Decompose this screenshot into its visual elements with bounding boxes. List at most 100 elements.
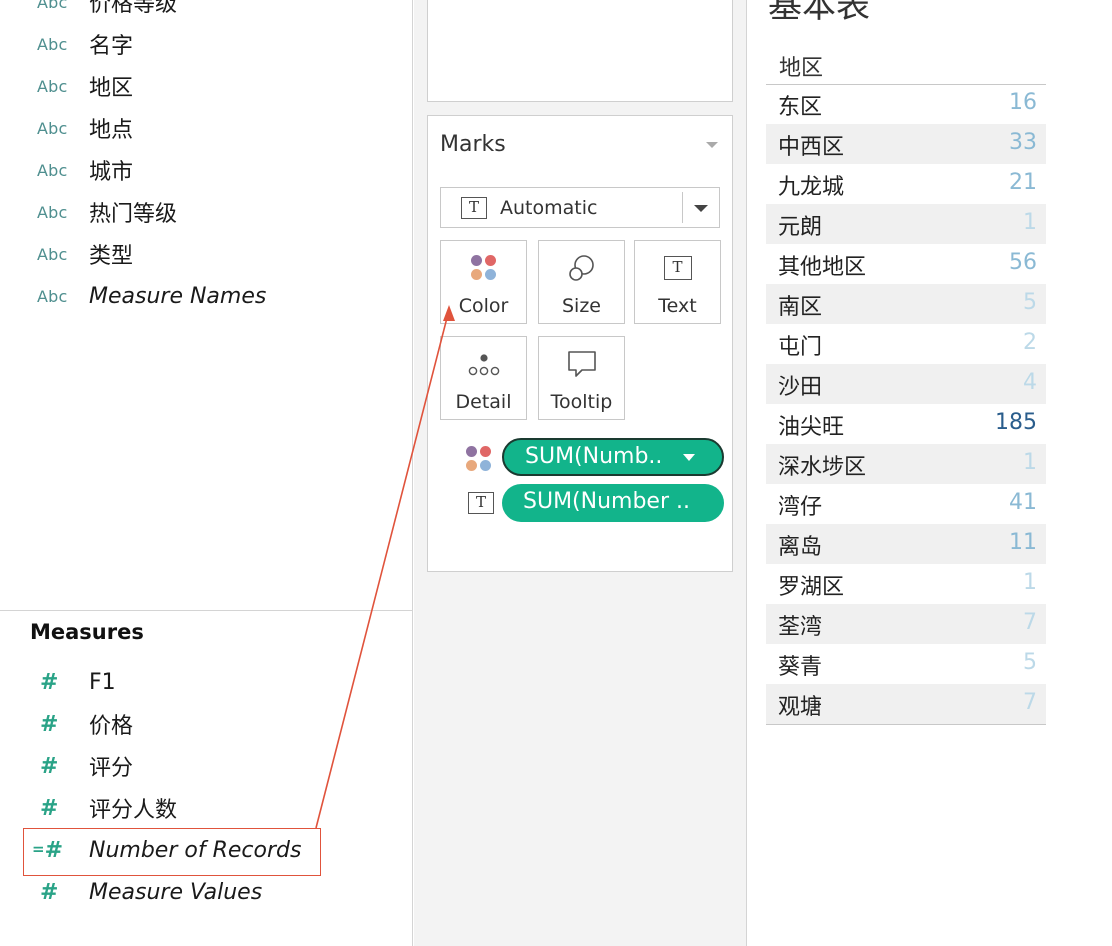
number-type-icon: # xyxy=(40,669,59,695)
region-label: 油尖旺 xyxy=(778,415,845,440)
text-button[interactable]: T Text xyxy=(634,240,721,324)
region-label: 葵青 xyxy=(778,655,823,680)
record-count-value: 56 xyxy=(1009,250,1037,275)
record-count-value: 5 xyxy=(1023,290,1037,315)
table-row[interactable]: 葵青 5 xyxy=(766,644,1046,684)
table-row[interactable]: 其他地区 56 xyxy=(766,244,1046,284)
table-row[interactable]: 屯门 2 xyxy=(766,324,1046,364)
number-type-icon: # xyxy=(40,879,59,905)
mark-type-dropdown[interactable]: T Automatic xyxy=(440,187,720,228)
text-measure-pill[interactable]: SUM(Number .. xyxy=(502,484,724,522)
dimension-field[interactable]: Abc 地区 xyxy=(0,68,400,104)
table-row[interactable]: 南区 5 xyxy=(766,284,1046,324)
text-button-label: Text xyxy=(658,295,697,317)
record-count-value: 1 xyxy=(1023,570,1037,595)
detail-icon xyxy=(468,354,500,376)
color-measure-pill[interactable]: SUM(Numb.. xyxy=(502,438,724,476)
region-label: 屯门 xyxy=(778,335,823,360)
measure-field[interactable]: # 价格 xyxy=(0,706,400,742)
dimension-field[interactable]: Abc 价格等级 xyxy=(0,0,400,20)
string-type-icon: Abc xyxy=(37,76,68,96)
table-row[interactable]: 罗湖区 1 xyxy=(766,564,1046,604)
text-table: 东区 16 中西区 33 九龙城 21 元朗 1 其他地区 56 南区 5 屯门 2 沙田 4 油尖旺 185 深水… xyxy=(766,84,1046,724)
region-label: 深水埗区 xyxy=(778,455,867,480)
table-bottom-border xyxy=(766,724,1046,725)
string-type-icon: Abc xyxy=(37,202,68,222)
dimension-field[interactable]: Abc Measure Names xyxy=(0,278,400,314)
record-count-value: 185 xyxy=(995,410,1037,435)
measure-field[interactable]: # F1 xyxy=(0,664,400,700)
table-row[interactable]: 湾仔 41 xyxy=(766,484,1046,524)
chevron-down-icon[interactable] xyxy=(694,205,708,212)
measure-field[interactable]: # 评分人数 xyxy=(0,790,400,826)
data-pane: Abc 价格等级 Abc 名字 Abc 地区 Abc 地点 Abc 城市 Abc 热门等级 Abc 类型 A… xyxy=(0,0,413,946)
chevron-down-icon[interactable] xyxy=(683,454,695,461)
region-label: 观塘 xyxy=(778,695,823,720)
record-count-value: 11 xyxy=(1009,530,1037,555)
dimension-field[interactable]: Abc 类型 xyxy=(0,236,400,272)
table-row[interactable]: 九龙城 21 xyxy=(766,164,1046,204)
detail-button[interactable]: Detail xyxy=(440,336,527,420)
region-label: 湾仔 xyxy=(778,495,823,520)
record-count-value: 1 xyxy=(1023,450,1037,475)
marks-card-title: Marks xyxy=(440,132,506,157)
detail-button-label: Detail xyxy=(455,391,512,413)
size-button[interactable]: Size xyxy=(538,240,625,324)
color-pill-row: SUM(Numb.. xyxy=(450,438,730,476)
dimension-field[interactable]: Abc 城市 xyxy=(0,152,400,188)
color-measure-pill-label: SUM(Numb.. xyxy=(525,444,663,469)
table-row[interactable]: 东区 16 xyxy=(766,84,1046,124)
record-count-value: 7 xyxy=(1023,690,1037,715)
text-icon: T xyxy=(663,256,692,280)
mark-type-label: Automatic xyxy=(500,197,598,219)
marks-card: Marks T Automatic Color Size T Text Deta… xyxy=(427,115,733,572)
number-type-icon: # xyxy=(40,753,59,779)
record-count-value: 7 xyxy=(1023,610,1037,635)
string-type-icon: Abc xyxy=(37,286,68,306)
dimension-field[interactable]: Abc 热门等级 xyxy=(0,194,400,230)
tooltip-button-label: Tooltip xyxy=(550,391,613,413)
dimension-field-name: Measure Names xyxy=(89,283,267,309)
string-type-icon: Abc xyxy=(37,244,68,264)
record-count-value: 33 xyxy=(1009,130,1037,155)
dimension-field-name: 名字 xyxy=(89,34,134,59)
measure-field-name: 价格 xyxy=(89,714,134,739)
marks-card-menu-caret-icon[interactable] xyxy=(706,142,718,148)
tooltip-button[interactable]: Tooltip xyxy=(538,336,625,420)
dimension-field-name: 地点 xyxy=(89,118,134,143)
string-type-icon: Abc xyxy=(37,34,68,54)
record-count-value: 16 xyxy=(1009,90,1037,115)
record-count-value: 1 xyxy=(1023,210,1037,235)
dimension-field-name: 热门等级 xyxy=(89,202,178,227)
measure-field[interactable]: # Measure Values xyxy=(0,874,400,910)
table-row[interactable]: 元朗 1 xyxy=(766,204,1046,244)
text-mark-icon: T xyxy=(461,197,487,219)
region-label: 元朗 xyxy=(778,215,823,240)
dimension-field-name: 地区 xyxy=(89,76,134,101)
region-label: 九龙城 xyxy=(778,175,845,200)
filters-card[interactable] xyxy=(427,0,733,102)
record-count-value: 41 xyxy=(1009,490,1037,515)
measure-field[interactable]: # 评分 xyxy=(0,748,400,784)
region-label: 其他地区 xyxy=(778,255,867,280)
number-type-icon: # xyxy=(40,795,59,821)
measure-field-name: 评分 xyxy=(89,756,134,781)
region-label: 东区 xyxy=(778,95,823,120)
table-row[interactable]: 观塘 7 xyxy=(766,684,1046,724)
dimension-field-name: 价格等级 xyxy=(89,0,178,17)
table-row[interactable]: 离岛 11 xyxy=(766,524,1046,564)
table-row[interactable]: 深水埗区 1 xyxy=(766,444,1046,484)
dimension-field-name: 城市 xyxy=(89,160,134,185)
region-label: 南区 xyxy=(778,295,823,320)
table-row[interactable]: 沙田 4 xyxy=(766,364,1046,404)
dimension-field[interactable]: Abc 地点 xyxy=(0,110,400,146)
table-row[interactable]: 荃湾 7 xyxy=(766,604,1046,644)
color-button[interactable]: Color xyxy=(440,240,527,324)
text-icon: T xyxy=(468,492,494,514)
record-count-value: 21 xyxy=(1009,170,1037,195)
view-pane: 基本表 地区 东区 16 中西区 33 九龙城 21 元朗 1 其他地区 56 南区 5 屯门 2 沙田 4 油… xyxy=(748,0,1112,946)
table-row[interactable]: 中西区 33 xyxy=(766,124,1046,164)
dimension-field[interactable]: Abc 名字 xyxy=(0,26,400,62)
table-row[interactable]: 油尖旺 185 xyxy=(766,404,1046,444)
column-header-region[interactable]: 地区 xyxy=(779,50,823,82)
